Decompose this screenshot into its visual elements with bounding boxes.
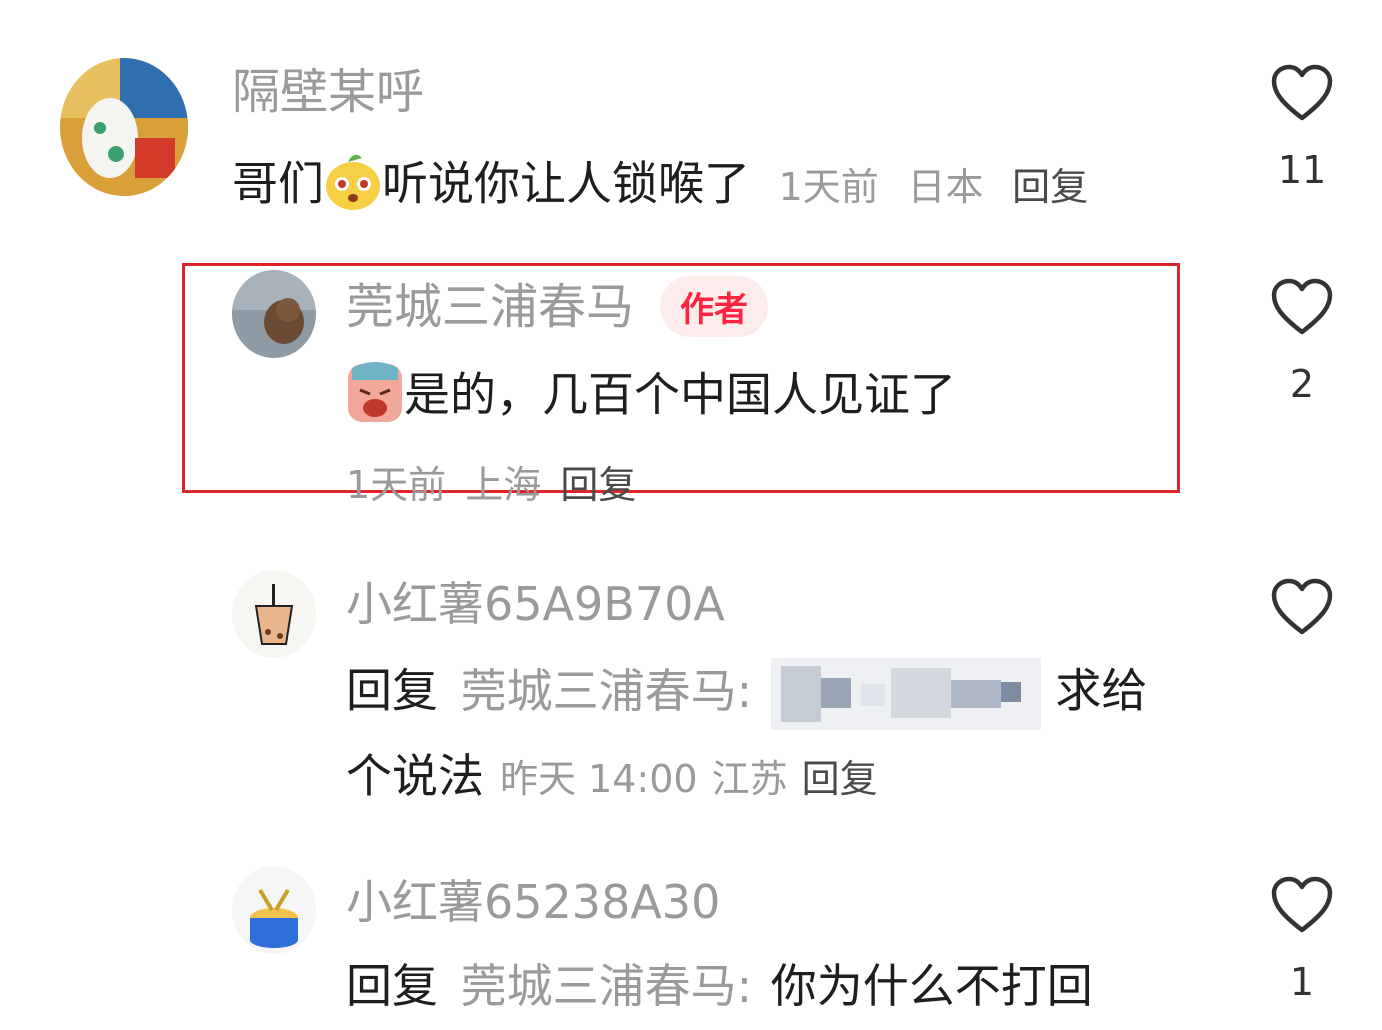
sub-reply-1-time: 昨天 14:00 [500, 757, 698, 801]
sub-reply-2-like-button[interactable]: 1 [1262, 876, 1342, 1004]
comment-text: 哥们 听说你让人锁喉了 1天前 日本 回复 [232, 150, 1088, 224]
author-badge: 作者 [660, 276, 769, 337]
comment-text-part-1: 哥们 [232, 156, 324, 211]
like-count: 11 [1277, 148, 1327, 192]
author-reply-time: 1天前 [346, 463, 447, 507]
avatar-sub-reply-2[interactable] [232, 866, 316, 954]
surprised-face-icon [324, 150, 382, 224]
sub-reply-1-line2: 个说法 [346, 749, 484, 803]
sub-reply-2-text: 回复 莞城三浦春马: 你为什么不打回 [346, 958, 1093, 1014]
comment-time: 1天前 [778, 164, 879, 209]
reply-prefix: 回复 [346, 959, 438, 1013]
avatar-commenter-1[interactable] [60, 58, 188, 196]
heart-outline-icon [1271, 278, 1333, 335]
commenter-name[interactable]: 隔壁某呼 [232, 64, 424, 120]
heart-outline-icon [1271, 876, 1333, 933]
sub-reply-1-tail: 求给 [1055, 663, 1148, 718]
sub-reply-1-reply-button[interactable]: 回复 [802, 748, 878, 803]
sub-reply-2-name[interactable]: 小红薯65238A30 [346, 874, 720, 930]
heart-outline-icon [1271, 64, 1333, 121]
author-like-count: 2 [1289, 362, 1315, 406]
author-reply-button[interactable]: 回复 [560, 463, 636, 507]
avatar-author[interactable] [232, 270, 316, 358]
author-reply-content: 是的，几百个中国人见证了 [404, 367, 956, 422]
author-name[interactable]: 莞城三浦春马 [346, 279, 634, 335]
crying-face-icon [346, 360, 404, 436]
sub-reply-1-location: 江苏 [711, 757, 788, 801]
reply-button[interactable]: 回复 [1012, 165, 1088, 209]
reply-prefix: 回复 [346, 663, 438, 718]
avatar-sub-reply-1[interactable] [232, 570, 316, 658]
sub-reply-2-like-count: 1 [1289, 960, 1315, 1004]
author-reply-text: 是的，几百个中国人见证了 [346, 360, 956, 436]
heart-outline-icon [1271, 578, 1333, 635]
sub-reply-1-name[interactable]: 小红薯65A9B70A [346, 576, 725, 632]
reply-to-user[interactable]: 莞城三浦春马: [461, 959, 753, 1013]
blurred-content [770, 658, 1041, 730]
sub-reply-1-text: 回复 莞城三浦春马: 求给 [346, 658, 1147, 730]
sub-reply-2-content: 你为什么不打回 [770, 959, 1093, 1013]
author-reply-location: 上海 [465, 463, 542, 507]
author-like-button[interactable]: 2 [1262, 278, 1342, 406]
comment-text-part-2: 听说你让人锁喉了 [382, 156, 750, 211]
sub-reply-1-like-button[interactable] [1262, 578, 1342, 636]
comment-location: 日本 [907, 164, 984, 209]
like-button[interactable]: 11 [1262, 64, 1342, 192]
reply-to-user[interactable]: 莞城三浦春马: [461, 664, 753, 718]
